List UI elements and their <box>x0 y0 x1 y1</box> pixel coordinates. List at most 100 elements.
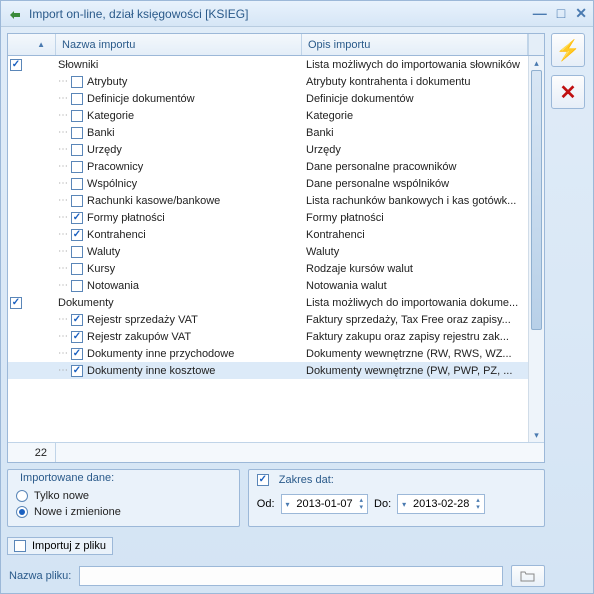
row-desc: Dane personalne wspólników <box>302 178 544 190</box>
column-desc[interactable]: Opis importu <box>302 34 528 55</box>
table-row[interactable]: ⋯Definicje dokumentówDefinicje dokumentó… <box>8 90 544 107</box>
checkbox-import-file[interactable] <box>14 540 26 552</box>
scroll-thumb[interactable] <box>531 70 542 330</box>
row-name: Rejestr zakupów VAT <box>87 331 191 343</box>
table-row[interactable]: ⋯Rachunki kasowe/bankoweLista rachunków … <box>8 192 544 209</box>
row-name: Słowniki <box>58 59 98 71</box>
row-checkbox[interactable] <box>71 246 83 258</box>
table-row[interactable]: ⋯KategorieKategorie <box>8 107 544 124</box>
column-checkbox[interactable]: ▲ <box>8 34 56 55</box>
file-name-input[interactable] <box>79 566 503 586</box>
row-name: Kursy <box>87 263 115 275</box>
row-name: Banki <box>87 127 115 139</box>
tree-connector-icon: ⋯ <box>58 144 67 155</box>
row-name: Rachunki kasowe/bankowe <box>87 195 220 207</box>
date-to-value: 2013-02-28 <box>410 498 472 510</box>
row-desc: Faktury zakupu oraz zapisy rejestru zak.… <box>302 331 544 343</box>
date-to-input[interactable]: ▾ 2013-02-28 ▴▾ <box>397 494 485 514</box>
dropdown-icon[interactable]: ▾ <box>286 500 290 509</box>
table-row[interactable]: ⋯KontrahenciKontrahenci <box>8 226 544 243</box>
row-checkbox[interactable] <box>71 161 83 173</box>
table-row[interactable]: ⋯WalutyWaluty <box>8 243 544 260</box>
row-name: Urzędy <box>87 144 122 156</box>
table-row[interactable]: ⋯Rejestr zakupów VATFaktury zakupu oraz … <box>8 328 544 345</box>
radio-new-changed[interactable] <box>16 506 28 518</box>
table-row[interactable]: SłownikiLista możliwych do importowania … <box>8 56 544 73</box>
row-desc: Banki <box>302 127 544 139</box>
row-checkbox[interactable] <box>71 76 83 88</box>
tree-connector-icon: ⋯ <box>58 348 67 359</box>
table-row[interactable]: ⋯WspólnicyDane personalne wspólników <box>8 175 544 192</box>
scroll-down-icon[interactable]: ▾ <box>529 428 544 442</box>
row-desc: Atrybuty kontrahenta i dokumentu <box>302 76 544 88</box>
row-name: Atrybuty <box>87 76 127 88</box>
lightning-icon: ⚡ <box>556 38 581 63</box>
row-checkbox[interactable] <box>71 229 83 241</box>
row-desc: Kontrahenci <box>302 229 544 241</box>
table-row[interactable]: ⋯ Dokumenty inne przychodowe Dokumenty wew… <box>8 345 544 362</box>
row-desc: Kategorie <box>302 110 544 122</box>
row-checkbox[interactable] <box>71 263 83 275</box>
row-name: Wspólnicy <box>87 178 137 190</box>
spinner-icon[interactable]: ▴▾ <box>476 497 480 511</box>
row-checkbox[interactable] <box>71 144 83 156</box>
row-name: Dokumenty inne przychodowe <box>87 348 234 360</box>
row-checkbox[interactable] <box>71 127 83 139</box>
dropdown-icon[interactable]: ▾ <box>402 500 406 509</box>
column-name[interactable]: Nazwa importu <box>56 34 302 55</box>
date-from-input[interactable]: ▾ 2013-01-07 ▴▾ <box>281 494 369 514</box>
radio-only-new[interactable] <box>16 490 28 502</box>
row-checkbox[interactable] <box>71 365 83 377</box>
import-from-file-toggle[interactable]: Importuj z pliku <box>7 537 113 555</box>
checkbox-date-range[interactable] <box>257 474 269 486</box>
row-checkbox[interactable] <box>71 93 83 105</box>
folder-open-icon <box>520 570 536 582</box>
close-button[interactable]: ✕ <box>575 5 587 22</box>
row-checkbox[interactable] <box>71 314 83 326</box>
row-desc: Lista rachunków bankowych i kas gotówk..… <box>302 195 544 207</box>
row-checkbox[interactable] <box>71 195 83 207</box>
tree-connector-icon: ⋯ <box>58 76 67 87</box>
row-checkbox[interactable] <box>71 212 83 224</box>
browse-button[interactable] <box>511 565 545 587</box>
table-row[interactable]: ⋯Rejestr sprzedaży VATFaktury sprzedaży,… <box>8 311 544 328</box>
tree-connector-icon: ⋯ <box>58 127 67 138</box>
maximize-button[interactable]: □ <box>557 5 565 22</box>
table-row[interactable]: ⋯KursyRodzaje kursów walut <box>8 260 544 277</box>
row-checkbox[interactable] <box>71 178 83 190</box>
x-icon: ✕ <box>560 80 577 105</box>
tree-connector-icon: ⋯ <box>58 246 67 257</box>
row-checkbox[interactable] <box>71 331 83 343</box>
vertical-scrollbar[interactable]: ▴ ▾ <box>528 56 544 442</box>
row-name: Definicje dokumentów <box>87 93 195 105</box>
row-checkbox[interactable] <box>10 297 22 309</box>
table-row[interactable]: ⋯Formy płatnościFormy płatności <box>8 209 544 226</box>
table-row[interactable]: DokumentyLista możliwych do importowania… <box>8 294 544 311</box>
panel-date-range: Zakres dat: Od: ▾ 2013-01-07 ▴▾ Do: ▾ 20… <box>248 469 545 527</box>
date-from-label: Od: <box>257 498 275 510</box>
row-checkbox[interactable] <box>71 348 83 360</box>
table-row[interactable]: ⋯Dokumenty inne kosztoweDokumenty wewnęt… <box>8 362 544 379</box>
radio-only-new-label: Tylko nowe <box>34 490 89 502</box>
table-row[interactable]: ⋯ Atrybuty Atrybuty kontrahenta i dokument… <box>8 73 544 90</box>
row-checkbox[interactable] <box>71 280 83 292</box>
scroll-up-icon[interactable]: ▴ <box>529 56 544 70</box>
table-row[interactable]: ⋯NotowaniaNotowania walut <box>8 277 544 294</box>
table-row[interactable]: ⋯PracownicyDane personalne pracowników <box>8 158 544 175</box>
minimize-button[interactable]: — <box>533 5 547 22</box>
import-window: Import on-line, dział księgowości [KSIEG… <box>0 0 594 594</box>
file-name-label: Nazwa pliku: <box>9 570 71 582</box>
tree-connector-icon: ⋯ <box>58 161 67 172</box>
run-import-button[interactable]: ⚡ <box>551 33 585 67</box>
spinner-icon[interactable]: ▴▾ <box>360 497 364 511</box>
row-checkbox[interactable] <box>10 59 22 71</box>
row-checkbox[interactable] <box>71 110 83 122</box>
row-name: Kontrahenci <box>87 229 146 241</box>
row-desc: Rodzaje kursów walut <box>302 263 544 275</box>
row-name: Kategorie <box>87 110 134 122</box>
table-row[interactable]: ⋯ Banki Banki <box>8 124 544 141</box>
row-desc: Dokumenty wewnętrzne (RW, RWS, WZ... <box>302 348 544 360</box>
table-row[interactable]: ⋯UrzędyUrzędy <box>8 141 544 158</box>
grid-header: ▲ Nazwa importu Opis importu <box>8 34 544 56</box>
cancel-button[interactable]: ✕ <box>551 75 585 109</box>
